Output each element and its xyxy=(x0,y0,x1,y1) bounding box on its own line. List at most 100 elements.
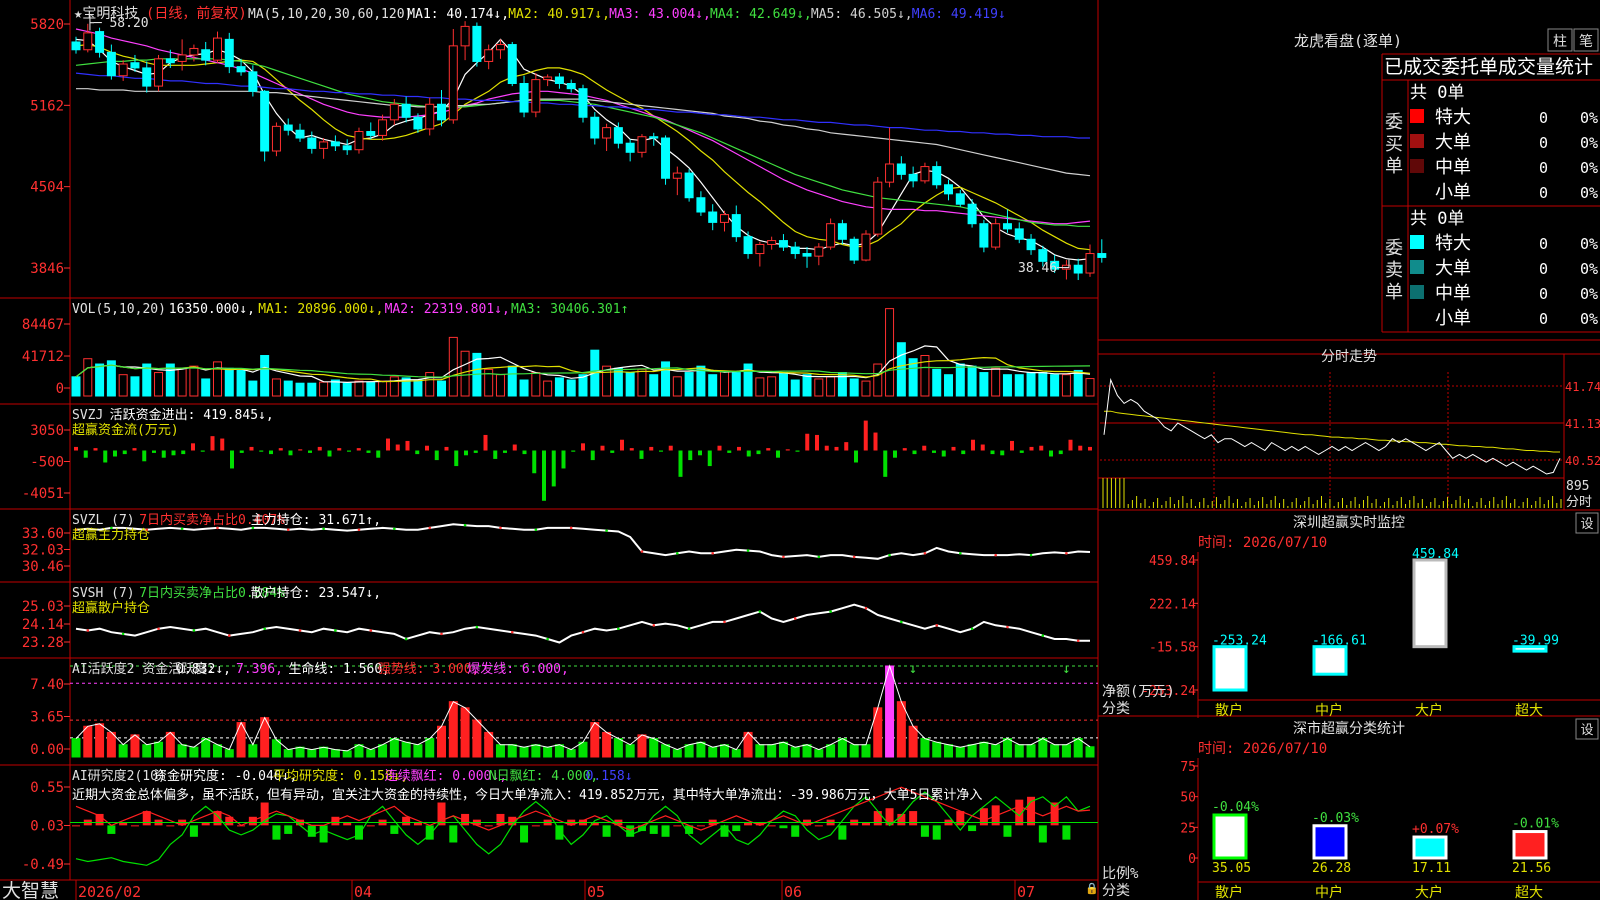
money-flow-bar xyxy=(210,436,215,451)
money-flow-bar xyxy=(951,446,956,451)
activity-bar xyxy=(649,738,659,758)
monitor-y-tick: 222.14 xyxy=(1149,597,1196,612)
volume-header: MA1: 20896.000↓, xyxy=(258,302,383,317)
y-tick-label: 41712 xyxy=(22,349,64,365)
volume-bar xyxy=(224,367,234,397)
money-flow-bar xyxy=(230,450,234,469)
candle-body xyxy=(425,103,435,130)
money-flow-bar xyxy=(941,450,946,457)
monitor-time: 时间: 2026/07/10 xyxy=(1198,741,1327,757)
candle-body xyxy=(849,238,859,261)
money-flow-bar xyxy=(1010,440,1014,451)
y-tick-label: 7.40 xyxy=(30,677,64,693)
candle-body xyxy=(731,214,741,238)
money-flow-bar xyxy=(464,450,468,456)
volume-bar xyxy=(849,378,859,397)
sell-row-pct: 0% xyxy=(1580,260,1598,278)
money-flow-bar xyxy=(239,450,244,453)
money-flow-bar xyxy=(746,450,751,457)
volume-bar xyxy=(283,380,293,397)
holding-dot xyxy=(463,523,467,527)
money-flow-bar xyxy=(444,446,449,451)
money-flow-bar xyxy=(532,450,537,474)
holding-dot xyxy=(746,549,750,552)
volume-header: VOL(5,10,20) xyxy=(72,302,166,317)
activity-bar xyxy=(1050,744,1060,758)
buy-row-pct: 0% xyxy=(1580,134,1598,152)
brand-logo: 大智慧 xyxy=(2,880,59,900)
signal-arrow: ↓ xyxy=(1062,661,1070,677)
money-flow-bar xyxy=(678,450,683,477)
buy-orders-title: 单 xyxy=(1385,156,1403,177)
money-flow-bar xyxy=(493,450,498,459)
research-bar xyxy=(130,825,139,827)
holding-dot xyxy=(817,555,821,559)
money-flow-bar xyxy=(259,450,264,452)
holding-dot xyxy=(935,624,939,627)
holding-dot xyxy=(404,637,408,641)
money-flow-bar xyxy=(707,450,712,467)
monitor-bar-0 xyxy=(1212,813,1248,860)
activity-bar xyxy=(283,749,293,758)
money-flow-bar xyxy=(1049,450,1053,457)
money-flow-bar xyxy=(103,450,108,463)
sell-row-label: 特大 xyxy=(1435,233,1471,254)
activity-bar xyxy=(802,744,812,758)
candle-body xyxy=(495,44,505,51)
activity-bar xyxy=(342,750,352,758)
money-flow-bar xyxy=(620,439,624,451)
candle-body xyxy=(649,136,659,139)
volume-bar xyxy=(1050,374,1060,397)
ma-header: MA5: 46.505↓, xyxy=(811,7,913,22)
volume-bar xyxy=(366,381,376,397)
holding-dot xyxy=(1029,553,1033,557)
candle-body xyxy=(142,67,152,87)
candle-body xyxy=(955,193,965,205)
holding-dot xyxy=(793,617,797,620)
chart-canvas: 5820516245043846★宝明科技 (日线，前复权) MA(5,10,20,… xyxy=(0,0,1600,900)
candle-body xyxy=(979,223,989,248)
sell-color-swatch xyxy=(1410,310,1424,324)
volume-bar xyxy=(319,381,329,397)
holding-dot xyxy=(829,610,832,613)
candle-body xyxy=(861,233,871,261)
activity-bar xyxy=(1073,738,1083,758)
research-bar xyxy=(260,802,269,826)
research-bar xyxy=(272,825,281,840)
money-flow-bar xyxy=(503,450,507,453)
volume-bar xyxy=(495,374,505,397)
money-flow-bar xyxy=(366,450,371,453)
svzj-subtitle: 超赢资金流(万元) xyxy=(72,422,179,438)
monitor-category-label: 大户 xyxy=(1415,884,1443,900)
activity-bar xyxy=(95,723,105,758)
tick-view-label: 笔 xyxy=(1579,34,1593,50)
money-flow-bar xyxy=(454,450,459,467)
holding-dot xyxy=(970,627,974,631)
holding-dot xyxy=(121,632,125,636)
ma-line-ma2 xyxy=(75,43,1091,251)
money-flow-bar xyxy=(815,434,819,451)
research-bar xyxy=(1003,825,1012,837)
volume-bar xyxy=(861,380,871,397)
research-bar xyxy=(968,825,977,832)
holding-dot xyxy=(959,552,962,555)
y-tick-label: 23.28 xyxy=(22,635,64,651)
money-flow-bar xyxy=(581,443,585,451)
ma-header: MA4: 42.649↓, xyxy=(710,7,812,22)
candle-body xyxy=(967,203,977,225)
money-flow-bar xyxy=(317,446,322,451)
activity-bar xyxy=(920,738,930,758)
research-bar xyxy=(767,825,776,827)
monitor-y-tick: 0 xyxy=(1188,852,1196,867)
buy-orders-title: 买 xyxy=(1385,134,1403,155)
money-flow-bar xyxy=(824,445,829,451)
candle-body xyxy=(201,49,211,61)
candle-body xyxy=(908,173,918,182)
candle-body xyxy=(413,116,423,130)
y-tick-label: 3.65 xyxy=(30,710,64,726)
monitor-y-tick: 75 xyxy=(1180,760,1196,775)
volume-bar xyxy=(802,374,812,397)
svzl-subtitle: 超赢主力持仓 xyxy=(72,527,150,543)
money-flow-bar xyxy=(1039,445,1044,451)
candle-body xyxy=(165,58,175,64)
